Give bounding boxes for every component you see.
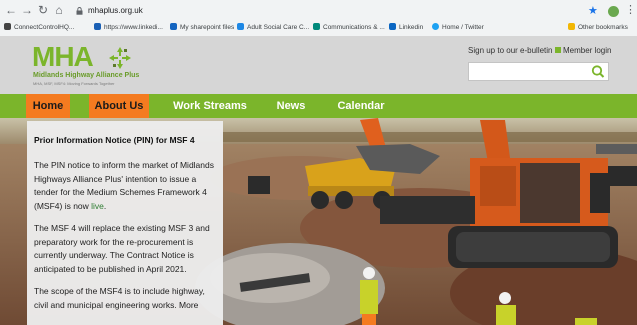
bookmark-item[interactable]: ConnectControlHQ... [4,23,74,33]
live-link[interactable]: live [91,201,104,211]
site-header: MHA Midlands Highway Alliance Plus MHA, … [0,36,637,94]
bookmark-folder[interactable]: Other bookmarks [568,23,628,33]
bookmark-item[interactable]: Communications & ... [313,23,385,33]
bookmark-favicon-icon [389,23,396,30]
nav-item-calendar[interactable]: Calendar [333,94,389,118]
browser-menu-icon[interactable]: ⋮ [625,3,636,16]
main-nav: Home About Us Work Streams News Calendar [0,94,637,118]
bookmark-favicon-icon [237,23,244,30]
extension-icon[interactable] [608,6,619,17]
browser-toolbar: ← → ↻ ⌂ mhaplus.org.uk ★ ⋮ [0,2,637,20]
bookmark-favicon-icon [94,23,101,30]
url-text: mhaplus.org.uk [88,6,143,15]
twitter-icon [432,23,439,30]
home-icon[interactable]: ⌂ [52,3,66,17]
notice-panel: Prior Information Notice (PIN) for MSF 4… [27,121,223,325]
nav-item-work-streams[interactable]: Work Streams [168,94,252,118]
logo-wordmark[interactable]: MHA [32,42,94,72]
back-arrow-icon[interactable]: ← [4,3,18,17]
bookmark-item[interactable]: https://www.linkedi... [94,23,163,33]
search-input[interactable] [468,62,609,81]
address-bar[interactable]: mhaplus.org.uk [76,3,576,19]
folder-icon [568,23,575,30]
bookmarks-bar: ConnectControlHQ... https://www.linkedi.… [0,21,637,35]
forward-arrow-icon[interactable]: → [20,3,34,17]
nav-item-about-us[interactable]: About Us [89,94,149,118]
notice-title: Prior Information Notice (PIN) for MSF 4 [34,135,195,145]
ebulletin-signup-link[interactable]: Sign up to our e-bulletin [468,46,553,55]
member-login-link[interactable]: Member login [555,46,611,55]
nav-item-news[interactable]: News [271,94,311,118]
bookmark-item[interactable]: My sharepoint files [170,23,234,33]
logo-tagline: MHA, MSF, MSF4: Moving Forwards Together [33,81,115,86]
logo-subtitle: Midlands Highway Alliance Plus [33,72,140,79]
browser-chrome: ← → ↻ ⌂ mhaplus.org.uk ★ ⋮ ConnectContro… [0,0,637,36]
lock-icon [555,47,561,53]
bookmark-favicon-icon [4,23,11,30]
bookmark-star-icon[interactable]: ★ [588,4,598,17]
bookmark-item[interactable]: Linkedin [389,23,423,33]
logo-arrows-icon [109,47,131,69]
reload-icon[interactable]: ↻ [36,3,50,17]
notice-paragraph: The PIN notice to inform the market of M… [34,160,214,211]
bookmark-item[interactable]: Adult Social Care C... [237,23,309,33]
notice-paragraph: The MSF 4 will replace the existing MSF … [34,223,210,274]
notice-paragraph: The scope of the MSF4 is to include high… [34,286,205,310]
bookmark-favicon-icon [313,23,320,30]
bookmark-favicon-icon [170,23,177,30]
bookmark-item[interactable]: Home / Twitter [432,23,484,33]
nav-item-home[interactable]: Home [26,94,70,118]
search-icon[interactable] [590,64,606,79]
lock-icon [76,7,83,15]
